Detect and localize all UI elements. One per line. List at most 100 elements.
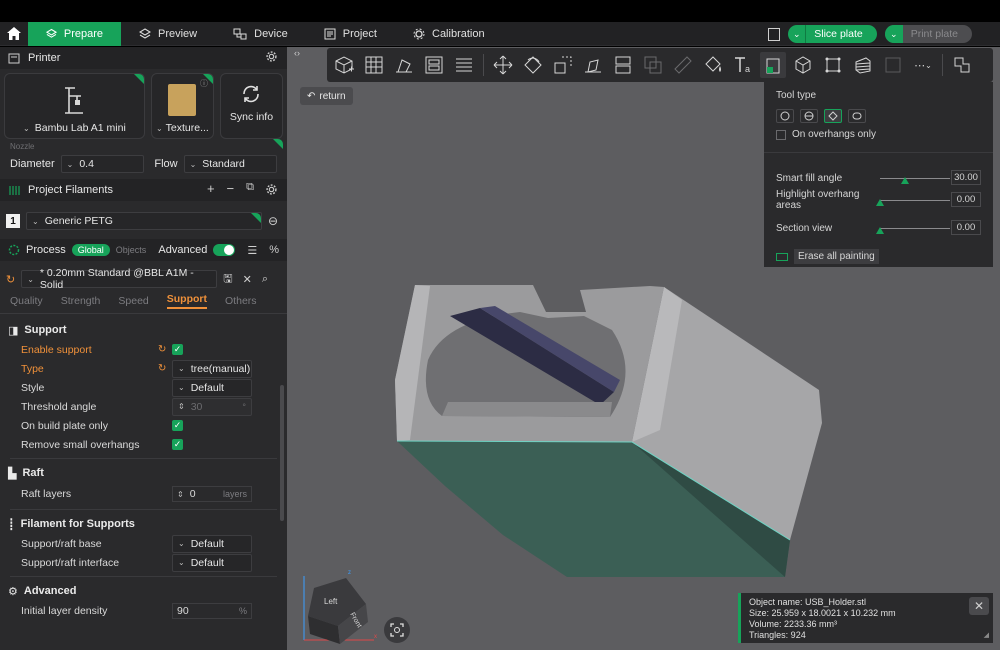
collapse-sidebar-icon[interactable]: ‹› [294, 48, 300, 58]
paint-bucket-icon [705, 56, 721, 72]
grid-tool[interactable] [361, 52, 387, 78]
sphere-tool-button[interactable] [800, 109, 818, 123]
tab-prepare[interactable]: Prepare [28, 21, 121, 46]
chevron-down-icon[interactable]: ⌄ [788, 25, 807, 43]
tab-preview[interactable]: Preview [121, 22, 215, 46]
highlight-overhang-value[interactable]: 0.00 [951, 192, 981, 207]
printer-select-card[interactable]: ⌄ Bambu Lab A1 mini [4, 73, 145, 139]
threshold-input[interactable]: ⇕ 30 ° [172, 397, 252, 416]
fill-tool-button[interactable] [824, 109, 842, 123]
layers-tool[interactable] [451, 52, 477, 78]
flow-select[interactable]: ⌄ Standard [183, 155, 277, 173]
measure-tool[interactable] [670, 52, 696, 78]
add-object-tool[interactable] [331, 52, 357, 78]
lay-on-face-tool[interactable] [580, 52, 606, 78]
tab-speed[interactable]: Speed [118, 295, 148, 307]
tab-strength[interactable]: Strength [61, 295, 101, 307]
home-button[interactable] [0, 22, 28, 46]
scale-tool[interactable] [550, 52, 576, 78]
gear-icon[interactable] [266, 51, 277, 62]
erase-all-button[interactable]: Erase all painting [794, 249, 879, 264]
model-cavity-floor [442, 402, 612, 417]
sync-info-button[interactable]: Sync info [219, 73, 283, 139]
support-paint-tool[interactable] [700, 52, 726, 78]
cut-tool[interactable] [610, 52, 636, 78]
color-paint-tool[interactable] [790, 52, 816, 78]
slice-plate-button[interactable]: ⌄ Slice plate [788, 25, 877, 43]
tab-others[interactable]: Others [225, 295, 257, 307]
return-button[interactable]: ↶ return [300, 87, 353, 105]
global-toggle[interactable]: Global [71, 244, 110, 256]
filament-select[interactable]: ⌄ Generic PETG [26, 212, 262, 230]
support-interface-row: Support/raft interface ⌄ Default [0, 553, 287, 572]
close-icon[interactable]: ✕ [243, 273, 252, 286]
split-tool[interactable] [949, 52, 975, 78]
search-icon[interactable]: ⌕ [262, 273, 268, 286]
smart-fill-thumb[interactable] [901, 177, 910, 184]
save-icon[interactable]: 🖫 [223, 270, 232, 289]
gear-icon[interactable] [266, 184, 277, 195]
view-cube[interactable]: Left Front z x [294, 564, 382, 650]
smart-fill-value[interactable]: 30.00 [951, 170, 981, 185]
support-base-select[interactable]: ⌄ Default [172, 534, 252, 553]
overhangs-only-checkbox[interactable] [776, 129, 786, 140]
variable-layer-tool[interactable] [850, 52, 876, 78]
close-icon[interactable]: ✕ [969, 597, 989, 615]
remove-icon[interactable]: − [227, 181, 235, 196]
add-icon[interactable]: + [207, 181, 215, 196]
tab-quality[interactable]: Quality [10, 295, 43, 307]
percent-icon[interactable]: % [269, 244, 279, 256]
circle-tool-button[interactable] [776, 109, 794, 123]
rotate-tool[interactable] [520, 52, 546, 78]
tab-calibration[interactable]: Calibration [395, 22, 503, 46]
gap-fill-tool-button[interactable] [848, 109, 866, 123]
style-select[interactable]: ⌄ Default [172, 378, 252, 397]
section-view-track[interactable] [880, 228, 950, 229]
arrange-tool[interactable] [421, 52, 447, 78]
support-interface-select[interactable]: ⌄ Default [172, 553, 252, 572]
resize-grip-icon[interactable]: ◢ [984, 630, 989, 641]
more-tools[interactable]: ⋯ ⌄ [910, 52, 936, 78]
tab-device[interactable]: Device [215, 22, 306, 46]
zoom-fit-button[interactable] [384, 617, 410, 643]
layout-icon[interactable] [768, 27, 781, 41]
seam-paint-tool[interactable] [760, 52, 786, 78]
reset-icon[interactable]: ↻ [6, 273, 15, 286]
smart-fill-track[interactable] [880, 178, 950, 179]
type-value: tree(manual) [190, 362, 251, 375]
reset-icon[interactable]: ↻ [158, 363, 166, 374]
filament-sync-icon[interactable]: ⧉ [246, 181, 254, 196]
reset-icon[interactable]: ↻ [158, 344, 166, 355]
remove-small-checkbox[interactable]: ✓ [172, 439, 183, 450]
initial-layer-density-input[interactable]: 90 % [172, 602, 252, 619]
advanced-toggle[interactable] [213, 244, 236, 256]
tab-project[interactable]: Project [306, 22, 395, 46]
process-tabs: Quality Strength Speed Support Others [0, 291, 287, 311]
move-tool[interactable] [490, 52, 516, 78]
orient-tool[interactable] [391, 52, 417, 78]
chevron-down-icon[interactable]: ⌄ [884, 25, 903, 43]
list-icon[interactable]: ☰ [247, 244, 257, 257]
diameter-select[interactable]: ⌄ 0.4 [60, 155, 145, 173]
text-tool[interactable]: a [730, 52, 756, 78]
raft-layers-input[interactable]: ⇕ 0 layers [172, 486, 252, 502]
highlight-overhang-track[interactable] [880, 200, 950, 201]
info-icon[interactable]: ⓘ [200, 78, 208, 89]
remove-filament-icon[interactable]: ⊖ [268, 214, 278, 228]
section-view-value[interactable]: 0.00 [951, 220, 981, 235]
objects-toggle[interactable]: Objects [116, 245, 147, 255]
type-select[interactable]: ⌄ tree(manual) [172, 359, 252, 378]
diameter-value: 0.4 [79, 158, 94, 170]
assembly-tool[interactable] [820, 52, 846, 78]
settings-scrollbar[interactable] [280, 385, 284, 521]
section-view-thumb[interactable] [876, 227, 884, 234]
highlight-overhang-thumb[interactable] [876, 199, 884, 206]
preset-select[interactable]: ⌄ * 0.20mm Standard @BBL A1M - Solid [21, 267, 218, 291]
tab-support[interactable]: Support [166, 293, 208, 309]
print-plate-button[interactable]: ⌄ Print plate [884, 25, 972, 43]
mesh-tool[interactable] [880, 52, 906, 78]
build-plate-only-checkbox[interactable]: ✓ [172, 420, 183, 431]
boolean-tool[interactable] [640, 52, 666, 78]
enable-support-checkbox[interactable]: ✓ [172, 344, 183, 355]
plate-type-card[interactable]: ⓘ ⌄ Texture... [150, 73, 214, 139]
